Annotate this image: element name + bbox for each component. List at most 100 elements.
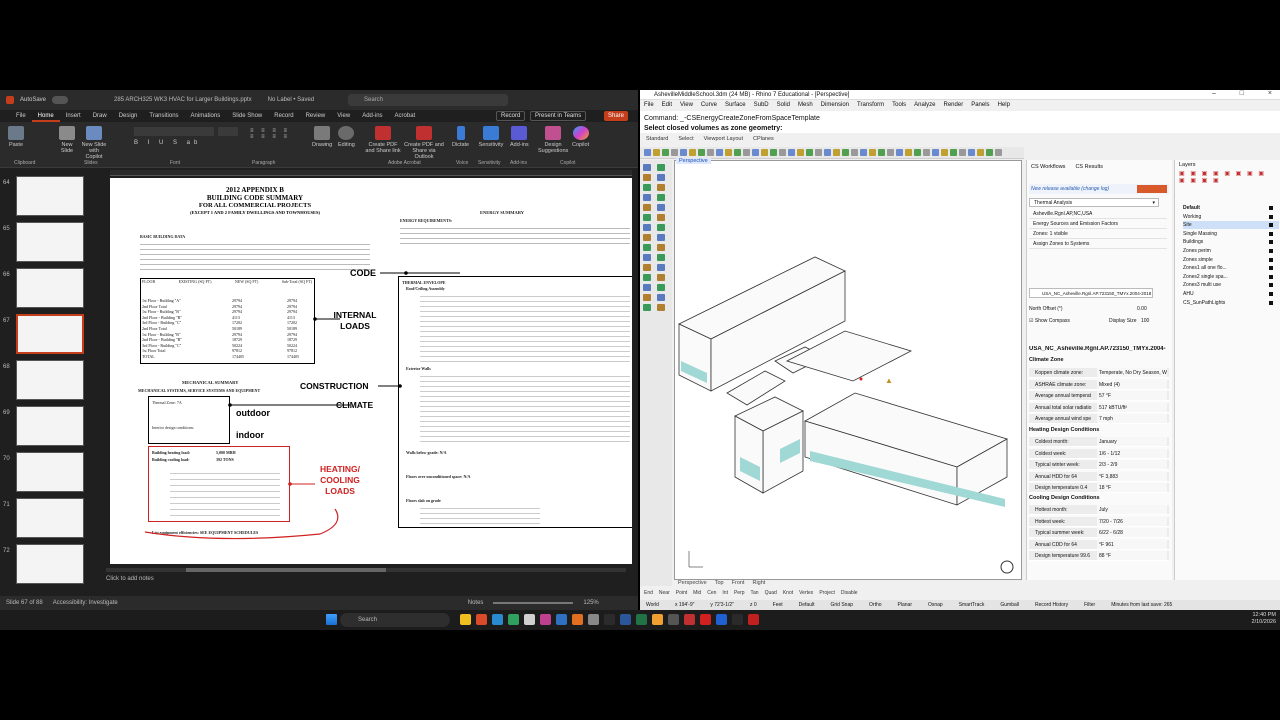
editing-button[interactable]: Editing <box>338 126 355 148</box>
rhino-menu-dimension[interactable]: Dimension <box>821 100 849 110</box>
status-item[interactable]: SmartTrack <box>959 600 985 610</box>
zoom-slider[interactable] <box>493 602 574 604</box>
slide-scrollbar[interactable] <box>106 568 626 572</box>
tool-icon[interactable] <box>698 149 705 156</box>
ppt-menu-add-ins[interactable]: Add-ins <box>356 110 388 122</box>
new-slide-button[interactable]: New Slide <box>56 126 78 154</box>
status-item[interactable]: Filter <box>1084 600 1095 610</box>
slide-thumbnails[interactable]: 64 65 66 67 68 69 70 71 72 <box>0 168 88 596</box>
layer-item[interactable]: Site <box>1183 221 1279 230</box>
search-input[interactable]: Search <box>348 94 508 106</box>
status-item[interactable]: Record History <box>1035 600 1068 610</box>
workflow-item[interactable]: Asheville.Rgnl.AP,NC,USA <box>1029 210 1167 219</box>
taskbar-app-icon[interactable] <box>460 614 471 625</box>
tool-icon[interactable] <box>643 164 651 171</box>
minimize-icon[interactable]: – <box>1212 90 1216 100</box>
tool-icon[interactable] <box>643 214 651 221</box>
tool-icon[interactable] <box>905 149 912 156</box>
layer-item[interactable]: Working <box>1183 213 1279 221</box>
tool-icon[interactable] <box>761 149 768 156</box>
tool-icon[interactable] <box>752 149 759 156</box>
tool-icon[interactable] <box>657 174 665 181</box>
layer-color-swatch[interactable] <box>1269 223 1273 228</box>
layer-item[interactable]: AHU <box>1183 290 1279 298</box>
tool-icon[interactable] <box>959 149 966 156</box>
tool-icon[interactable] <box>860 149 867 156</box>
show-compass-checkbox[interactable]: ☑ Show Compass <box>1029 318 1070 324</box>
tool-icon[interactable] <box>657 304 665 311</box>
osnap-vertex[interactable]: Vertex <box>799 590 813 596</box>
tool-icon[interactable] <box>643 184 651 191</box>
tool-icon[interactable] <box>643 304 651 311</box>
tool-icon[interactable] <box>657 254 665 261</box>
taskbar-app-icon[interactable] <box>700 614 711 625</box>
layer-item[interactable]: Zones perim <box>1183 247 1279 255</box>
layer-color-swatch[interactable] <box>1269 214 1273 219</box>
tool-icon[interactable] <box>941 149 948 156</box>
tool-icon[interactable] <box>887 149 894 156</box>
viewport-tab-top[interactable]: Top <box>715 580 724 586</box>
osnap-project[interactable]: Project <box>819 590 835 596</box>
tool-icon[interactable] <box>657 264 665 271</box>
rhino-menu-render[interactable]: Render <box>944 100 964 110</box>
ppt-menu-design[interactable]: Design <box>113 110 144 122</box>
addins-button[interactable]: Add-ins <box>510 126 529 148</box>
tool-icon[interactable] <box>643 224 651 231</box>
tool-icon[interactable] <box>662 149 669 156</box>
taskbar-app-icon[interactable] <box>652 614 663 625</box>
tool-icon[interactable] <box>643 284 651 291</box>
tool-icon[interactable] <box>770 149 777 156</box>
viewport-tab-front[interactable]: Front <box>732 580 745 586</box>
rhino-menu-transform[interactable]: Transform <box>857 100 884 110</box>
rhino-menu-surface[interactable]: Surface <box>725 100 746 110</box>
slide-thumbnail[interactable] <box>16 544 84 584</box>
layer-color-swatch[interactable] <box>1269 274 1273 279</box>
osnap-disable[interactable]: Disable <box>841 590 858 596</box>
sensitivity-button[interactable]: Sensitivity <box>478 126 504 148</box>
new-slide-copilot-button[interactable]: New Slide with Copilot <box>80 126 108 160</box>
status-item[interactable]: Osnap <box>928 600 943 610</box>
ppt-menu-view[interactable]: View <box>331 110 356 122</box>
osnap-end[interactable]: End <box>644 590 653 596</box>
layer-color-swatch[interactable] <box>1269 292 1273 296</box>
notes-toggle[interactable]: Notes <box>468 600 484 606</box>
layer-item[interactable]: CS_SunPathLights <box>1183 299 1279 307</box>
osnap-point[interactable]: Point <box>676 590 687 596</box>
layer-color-swatch[interactable] <box>1269 249 1273 253</box>
layer-color-swatch[interactable] <box>1269 231 1273 236</box>
layer-color-swatch[interactable] <box>1269 266 1273 271</box>
osnap-quad[interactable]: Quad <box>765 590 777 596</box>
rhino-menu-view[interactable]: View <box>680 100 693 110</box>
update-button[interactable] <box>1137 185 1167 193</box>
command-prompt[interactable]: Select closed volumes as zone geometry: <box>644 124 820 134</box>
rhino-menu-subd[interactable]: SubD <box>754 100 769 110</box>
tool-icon[interactable] <box>643 244 651 251</box>
tool-icon[interactable] <box>657 224 665 231</box>
workflow-item[interactable]: Assign Zones to Systems <box>1029 240 1167 249</box>
cs-tab[interactable]: CS Results <box>1075 164 1103 170</box>
osnap-knot[interactable]: Knot <box>783 590 793 596</box>
display-size-value[interactable]: 100 <box>1141 318 1149 324</box>
tool-icon[interactable] <box>657 284 665 291</box>
tool-icon[interactable] <box>643 204 651 211</box>
paste-button[interactable]: Paste <box>8 126 24 148</box>
viewport-tab-perspective[interactable]: Perspective <box>678 580 707 586</box>
taskbar-app-icon[interactable] <box>732 614 743 625</box>
tool-icon[interactable] <box>851 149 858 156</box>
paragraph-buttons[interactable]: ≡ ≡ ≡ ≡ ≡ ≡ ≡ ≡ <box>250 128 314 150</box>
taskbar-app-icon[interactable] <box>684 614 695 625</box>
taskbar-app-icon[interactable] <box>572 614 583 625</box>
weather-file-field[interactable]: USA_NC_Asheville.Rgnl.AP.723150_TMYx.200… <box>1029 288 1153 298</box>
side-toolbar[interactable] <box>640 160 672 586</box>
tool-icon[interactable] <box>734 149 741 156</box>
rhino-menu-mesh[interactable]: Mesh <box>798 100 813 110</box>
ppt-menu-animations[interactable]: Animations <box>185 110 227 122</box>
ppt-menu-draw[interactable]: Draw <box>87 110 113 122</box>
accessibility-status[interactable]: Accessibility: Investigate <box>53 600 118 606</box>
taskbar-app-icon[interactable] <box>540 614 551 625</box>
maximize-icon[interactable]: □ <box>1240 90 1244 100</box>
present-in-teams-button[interactable]: Present in Teams <box>530 111 587 121</box>
font-size-select[interactable] <box>218 127 238 136</box>
osnap-tan[interactable]: Tan <box>751 590 759 596</box>
toolbar-tab[interactable]: Standard <box>646 136 668 142</box>
